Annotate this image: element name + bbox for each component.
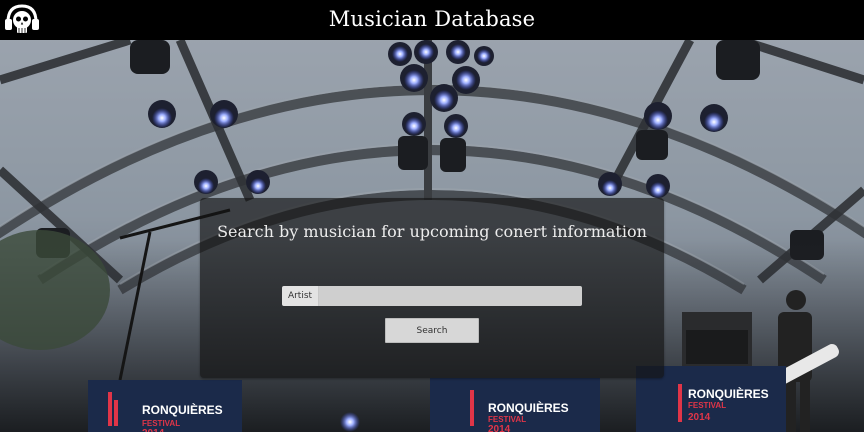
search-card: Search by musician for upcoming conert i…: [200, 198, 664, 378]
banner-text-left: RONQUIÈRES: [142, 402, 223, 417]
artist-label: Artist: [282, 286, 319, 306]
artist-input-group: Artist: [282, 286, 582, 306]
page: RONQUIÈRES FESTIVAL 2014 RONQUIÈRES FEST…: [0, 0, 864, 432]
banner-year-right: 2014: [688, 412, 711, 423]
banner-festival-right: FESTIVAL: [688, 401, 726, 410]
search-button[interactable]: Search: [385, 318, 479, 343]
banner-text-right: RONQUIÈRES: [688, 386, 769, 401]
banner-year-center: 2014: [488, 424, 511, 432]
banner-year-left: 2014: [142, 428, 165, 432]
artist-input[interactable]: [319, 286, 582, 306]
banner-text-center: RONQUIÈRES: [488, 400, 569, 415]
page-title: Musician Database: [328, 7, 536, 31]
header-bar: Musician Database: [0, 0, 864, 40]
banner-festival-left: FESTIVAL: [142, 419, 180, 428]
search-heading: Search by musician for upcoming conert i…: [217, 222, 647, 241]
banner-festival-center: FESTIVAL: [488, 415, 526, 424]
